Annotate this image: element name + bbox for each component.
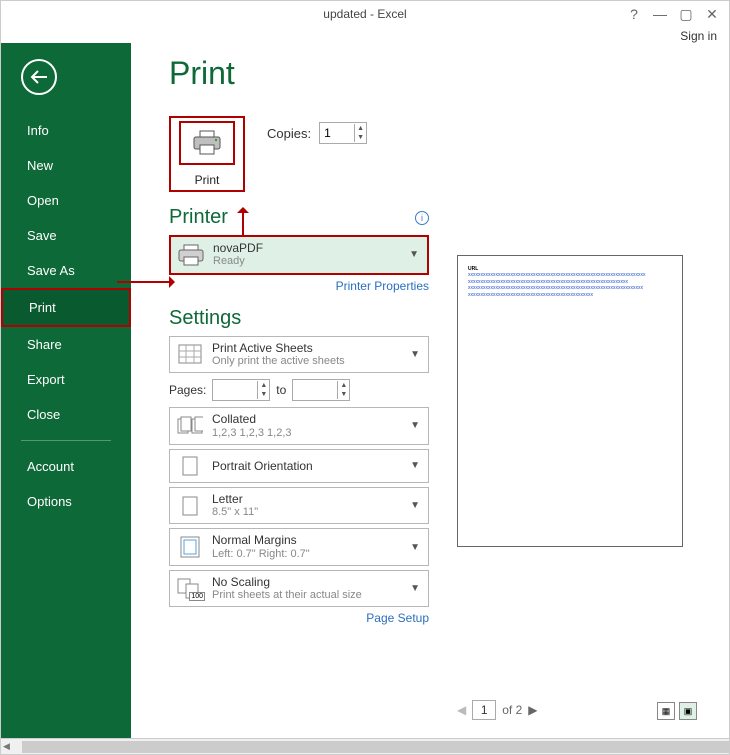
paper-title: Letter — [212, 492, 402, 506]
chevron-down-icon: ▼ — [410, 349, 422, 360]
page-setup-link[interactable]: Page Setup — [169, 611, 429, 625]
page-icon — [176, 496, 204, 516]
sidebar-item-new[interactable]: New — [1, 148, 131, 183]
pager-prev-icon[interactable]: ◀ — [457, 703, 466, 717]
preview-pager: ◀ 1 of 2 ▶ — [457, 700, 537, 720]
sidebar-item-save[interactable]: Save — [1, 218, 131, 253]
page-to-input[interactable] — [293, 380, 337, 400]
scaling-selector[interactable]: 100 No Scaling Print sheets at their act… — [169, 570, 429, 608]
chevron-down-icon: ▼ — [409, 249, 421, 260]
annotation-arrow — [242, 213, 244, 235]
printer-icon — [179, 121, 235, 165]
info-icon[interactable]: i — [415, 211, 429, 225]
sidebar-divider — [21, 440, 111, 441]
margins-title: Normal Margins — [212, 533, 402, 547]
title-bar: updated - Excel ? — ▢ ✕ — [1, 1, 729, 27]
chevron-down-icon: ▼ — [410, 542, 422, 553]
pager-current-input[interactable]: 1 — [472, 700, 496, 720]
margins-sub: Left: 0.7" Right: 0.7" — [212, 548, 402, 561]
sheet-icon — [176, 344, 204, 364]
collate-title: Collated — [212, 412, 402, 426]
restore-icon[interactable]: ▢ — [679, 6, 693, 23]
annotation-arrow — [117, 281, 169, 283]
window-title: updated - Excel — [323, 7, 406, 21]
orientation-selector[interactable]: Portrait Orientation ▼ — [169, 449, 429, 483]
spin-down-icon[interactable]: ▼ — [338, 390, 349, 399]
collate-icon — [176, 416, 204, 436]
preview-content: xxxxxxxxxxxxxxxxxxxxxxxxxxxxxxxxxxxxxxxx… — [468, 272, 672, 298]
portrait-icon — [176, 456, 204, 476]
sidebar-item-account[interactable]: Account — [1, 449, 131, 484]
printer-selector[interactable]: novaPDF Ready ▼ — [169, 235, 429, 275]
copies-spinner[interactable]: ▲▼ — [319, 122, 367, 144]
settings-heading: Settings — [169, 307, 241, 330]
print-button[interactable]: Print — [169, 116, 245, 192]
chevron-down-icon: ▼ — [410, 500, 422, 511]
horizontal-scrollbar[interactable]: ◀ — [1, 738, 729, 754]
print-button-label: Print — [195, 173, 220, 187]
spin-down-icon[interactable]: ▼ — [355, 133, 366, 142]
paper-sub: 8.5" x 11" — [212, 506, 402, 519]
backstage-sidebar: Info New Open Save Save As Print Share E… — [1, 43, 131, 738]
page-from-input[interactable] — [213, 380, 257, 400]
print-what-selector[interactable]: Print Active Sheets Only print the activ… — [169, 336, 429, 374]
sidebar-item-info[interactable]: Info — [1, 113, 131, 148]
back-button[interactable] — [21, 59, 57, 95]
minimize-icon[interactable]: — — [653, 6, 667, 22]
print-preview: URL xxxxxxxxxxxxxxxxxxxxxxxxxxxxxxxxxxxx… — [457, 255, 683, 547]
pager-next-icon[interactable]: ▶ — [528, 703, 537, 717]
scaling-title: No Scaling — [212, 575, 402, 589]
collate-selector[interactable]: Collated 1,2,3 1,2,3 1,2,3 ▼ — [169, 407, 429, 445]
paper-size-selector[interactable]: Letter 8.5" x 11" ▼ — [169, 487, 429, 525]
sidebar-item-export[interactable]: Export — [1, 362, 131, 397]
spin-up-icon[interactable]: ▲ — [258, 381, 269, 390]
sidebar-item-close[interactable]: Close — [1, 397, 131, 432]
printer-properties-link[interactable]: Printer Properties — [169, 279, 429, 293]
page-title: Print — [169, 55, 429, 92]
zoom-to-page-icon[interactable]: ▣ — [679, 702, 697, 720]
scaling-sub: Print sheets at their actual size — [212, 589, 402, 602]
scaling-icon: 100 — [176, 578, 204, 600]
chevron-down-icon: ▼ — [410, 420, 422, 431]
printer-status: Ready — [213, 255, 401, 268]
page-from-spinner[interactable]: ▲▼ — [212, 379, 270, 401]
spin-up-icon[interactable]: ▲ — [338, 381, 349, 390]
scaling-badge: 100 — [189, 592, 205, 601]
sidebar-item-options[interactable]: Options — [1, 484, 131, 519]
sidebar-item-open[interactable]: Open — [1, 183, 131, 218]
sidebar-item-print[interactable]: Print — [1, 288, 131, 327]
page-to-spinner[interactable]: ▲▼ — [292, 379, 350, 401]
printer-device-icon — [177, 244, 205, 266]
print-what-sub: Only print the active sheets — [212, 355, 402, 368]
pages-to-label: to — [276, 383, 286, 397]
close-icon[interactable]: ✕ — [705, 6, 719, 23]
orientation-title: Portrait Orientation — [212, 459, 402, 473]
sidebar-item-share[interactable]: Share — [1, 327, 131, 362]
show-margins-icon[interactable]: ▦ — [657, 702, 675, 720]
signin-link[interactable]: Sign in — [1, 27, 729, 43]
copies-input[interactable] — [320, 123, 354, 143]
printer-heading: Printer — [169, 206, 228, 229]
margins-selector[interactable]: Normal Margins Left: 0.7" Right: 0.7" ▼ — [169, 528, 429, 566]
chevron-down-icon: ▼ — [410, 460, 422, 471]
pager-total: of 2 — [502, 703, 522, 717]
copies-label: Copies: — [267, 126, 311, 141]
sidebar-item-save-as[interactable]: Save As — [1, 253, 131, 288]
spin-up-icon[interactable]: ▲ — [355, 124, 366, 133]
chevron-down-icon: ▼ — [410, 583, 422, 594]
spin-down-icon[interactable]: ▼ — [258, 390, 269, 399]
pages-label: Pages: — [169, 383, 206, 397]
help-icon[interactable]: ? — [627, 6, 641, 22]
print-what-title: Print Active Sheets — [212, 341, 402, 355]
margins-icon — [176, 536, 204, 558]
collate-sub: 1,2,3 1,2,3 1,2,3 — [212, 427, 402, 440]
printer-name: novaPDF — [213, 241, 401, 255]
